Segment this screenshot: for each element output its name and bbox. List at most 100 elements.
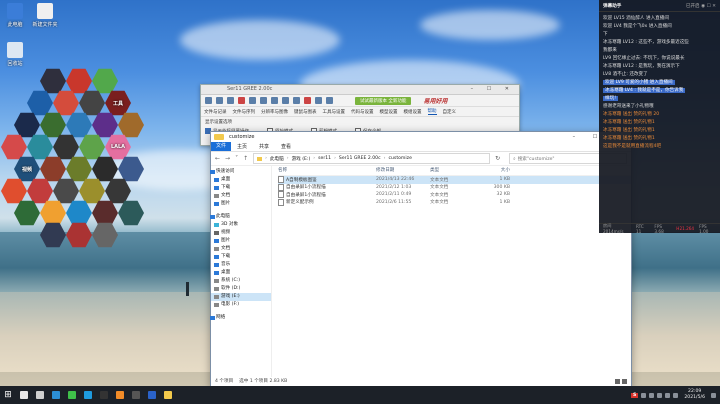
settings-icon[interactable] <box>249 97 256 104</box>
nav-label: 图片 <box>221 201 231 206</box>
nav-item[interactable]: 系统 (C:) <box>211 277 271 285</box>
app-menu-item[interactable]: 帮助 <box>427 108 437 115</box>
app-menu-item[interactable]: 模组设置 <box>404 109 422 115</box>
chat-footer: 房间 2014ms/s RTC 11 FPS 3.68 H21.264 FPS 1.00 <box>599 223 720 234</box>
app-orange-taskbar-button[interactable] <box>112 386 128 404</box>
tray-icon[interactable] <box>649 392 655 398</box>
task-view-taskbar-button[interactable] <box>32 386 48 404</box>
chart-icon[interactable] <box>282 97 289 104</box>
desktop-icon[interactable]: 新建文件夹 <box>30 3 60 28</box>
nav-item[interactable]: 文档 <box>211 245 271 253</box>
nav-item[interactable]: 音乐 <box>211 261 271 269</box>
view-toggle-icon[interactable] <box>615 379 627 384</box>
app-menu-item[interactable]: 代码与设置 <box>351 109 374 115</box>
wechat-taskbar-button[interactable] <box>64 386 80 404</box>
column-size[interactable]: 大小 <box>482 167 510 173</box>
nav-item[interactable]: 桌面 <box>211 176 271 184</box>
file-row[interactable]: 自由录屏1小流程描 2021/2/11 0:49 文本文档 32 KB <box>278 191 631 199</box>
address-bar[interactable]: › 此电脑 › 游戏 (E:) › ser11 › Ser11 GREE 2.00c › cust… <box>253 153 491 164</box>
tab-view[interactable]: 查看 <box>275 143 297 150</box>
mouse-icon[interactable] <box>271 97 278 104</box>
app-titlebar[interactable]: Ser11 GREE 2.00c – ☐ ✕ <box>201 85 519 95</box>
nav-group[interactable]: 此电脑 <box>210 213 271 221</box>
app-menu-item[interactable]: 工具与设置 <box>323 109 346 115</box>
file-row[interactable]: A自制模板图鉴 2021/4/13 22:46 文本文档 1 KB <box>278 176 631 184</box>
tray-icon[interactable] <box>657 392 663 398</box>
open-icon[interactable] <box>216 97 223 104</box>
tool-icon[interactable] <box>293 97 300 104</box>
ime-indicator[interactable]: S <box>631 392 639 398</box>
file-size: 300 KB <box>493 184 510 190</box>
desktop-icon-image <box>7 3 23 19</box>
app-menu-item[interactable]: 文件与记录 <box>204 109 227 115</box>
qq-taskbar-button[interactable] <box>80 386 96 404</box>
column-type[interactable]: 类型 <box>430 167 482 173</box>
edge-taskbar-button[interactable] <box>48 386 64 404</box>
app-menu-item[interactable]: 分辨率与图像 <box>261 109 288 115</box>
app-dark-taskbar-button[interactable] <box>128 386 144 404</box>
file-row[interactable]: 新定义配示例 2021/2/6 11:55 文本文档 1 KB <box>278 198 631 207</box>
help-icon[interactable] <box>326 97 333 104</box>
chat-message: LV9 回忆缘止过去: 不玩下，你说说最长 <box>603 55 716 63</box>
breadcrumb-segment[interactable]: Ser11 GREE 2.00c <box>339 156 381 161</box>
breadcrumb-segment[interactable]: 此电脑 <box>270 156 284 162</box>
breadcrumb-segment[interactable]: 游戏 (E:) <box>292 156 311 162</box>
file-explorer-window[interactable]: customize – ☐ ✕ 文件 主页 共享 查看 ? ← → ˅ ↑ ›此… <box>210 131 632 387</box>
clock[interactable]: 22:09 2021/5/6 <box>684 389 705 401</box>
desktop-icon[interactable]: 此电脑 <box>0 3 30 28</box>
nav-item[interactable]: 文档 <box>211 192 271 200</box>
nav-folder-icon <box>214 178 219 182</box>
tab-share[interactable]: 共享 <box>253 143 275 150</box>
upgrade-button[interactable]: 试试最新版本 全新功能 <box>355 96 412 105</box>
nav-item[interactable]: 桌面 <box>211 269 271 277</box>
tab-home[interactable]: 主页 <box>231 143 253 150</box>
nav-item[interactable]: 软件 (D:) <box>211 285 271 293</box>
app-menu-item[interactable]: 模型设置 <box>380 109 398 115</box>
explorer-titlebar[interactable]: customize – ☐ ✕ <box>211 132 631 142</box>
image-icon[interactable] <box>260 97 267 104</box>
nav-group[interactable]: 快速访问 <box>210 168 271 176</box>
nav-group[interactable]: 网络 <box>210 314 271 322</box>
record-icon[interactable] <box>238 97 245 104</box>
file-row[interactable]: 自由录屏1小流程描 2021/2/12 1:03 文本文档 300 KB <box>278 183 631 192</box>
app-blue-taskbar-button[interactable] <box>144 386 160 404</box>
column-date[interactable]: 修改日期 <box>376 167 430 173</box>
app-menu-item[interactable]: 文件与序列 <box>233 109 256 115</box>
tray-icon[interactable] <box>641 392 647 398</box>
window-controls[interactable]: – ☐ ✕ <box>471 85 515 94</box>
nav-item[interactable]: 图片 <box>211 237 271 245</box>
app-menu-item[interactable]: 自定义 <box>443 109 457 115</box>
nav-item[interactable]: 下载 <box>211 253 271 261</box>
app-menu-item[interactable]: 键鼠与图表 <box>294 109 317 115</box>
forward-arrow-icon[interactable]: → <box>225 155 230 162</box>
nav-item[interactable]: 电影 (F:) <box>211 301 271 309</box>
code-icon[interactable] <box>304 97 311 104</box>
model-icon[interactable] <box>315 97 322 104</box>
nav-item[interactable]: 下载 <box>211 184 271 192</box>
notification-icon[interactable] <box>711 392 716 398</box>
search-taskbar-button[interactable] <box>16 386 32 404</box>
nav-item[interactable]: 图片 <box>211 200 271 208</box>
breadcrumb-segment[interactable]: ser11 <box>318 156 331 161</box>
new-icon[interactable] <box>205 97 212 104</box>
tab-file[interactable]: 文件 <box>211 142 232 151</box>
network-icon[interactable] <box>665 392 671 398</box>
explorer-taskbar-button[interactable] <box>160 386 176 404</box>
nav-item[interactable]: 3D 对象 <box>211 221 271 229</box>
refresh-icon[interactable]: ↻ <box>495 155 500 162</box>
windows-start-icon[interactable]: ⊞ <box>0 386 16 404</box>
volume-icon[interactable] <box>673 392 679 398</box>
nav-item[interactable]: 游戏 (E:) <box>211 293 271 301</box>
column-name[interactable]: 名称 <box>278 167 376 173</box>
breadcrumb-segment[interactable]: customize <box>388 156 411 161</box>
desktop-icon[interactable]: 回收站 <box>0 42 30 67</box>
chevron-down-icon[interactable]: ˅ <box>235 155 238 162</box>
back-arrow-icon[interactable]: ← <box>215 155 220 162</box>
up-arrow-icon[interactable]: ↑ <box>243 155 248 162</box>
nav-item[interactable]: 视频 <box>211 229 271 237</box>
penguin-taskbar-button[interactable] <box>96 386 112 404</box>
nav-label: 音乐 <box>221 262 231 267</box>
chat-messages: 欢迎 LV15 酒仙醉人 进入直播间 欢迎 LV4 我是个飞0x 进入直播间下冰冻… <box>599 12 720 154</box>
save-icon[interactable] <box>227 97 234 104</box>
chat-controls[interactable]: 已开启 ◉ ☐ ✕ <box>686 3 716 9</box>
